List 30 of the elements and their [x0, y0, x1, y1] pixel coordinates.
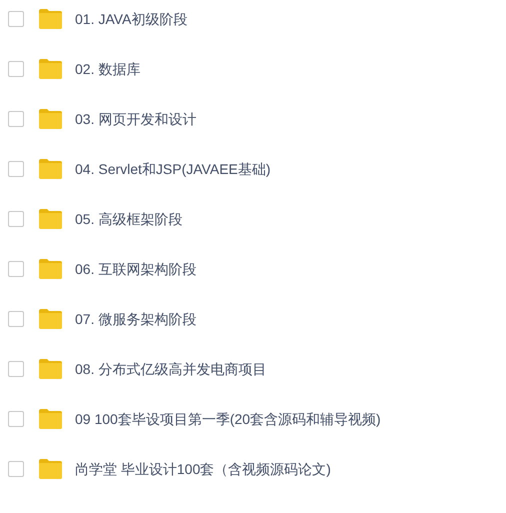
- checkbox[interactable]: [8, 411, 24, 427]
- checkbox[interactable]: [8, 61, 24, 77]
- folder-icon: [38, 258, 63, 280]
- checkbox[interactable]: [8, 261, 24, 277]
- folder-icon: [38, 358, 63, 380]
- checkbox[interactable]: [8, 311, 24, 327]
- folder-name[interactable]: 03. 网页开发和设计: [75, 108, 196, 130]
- folder-name[interactable]: 尚学堂 毕业设计100套（含视频源码论文): [75, 458, 331, 480]
- checkbox[interactable]: [8, 111, 24, 127]
- checkbox[interactable]: [8, 11, 24, 27]
- folder-icon: [38, 108, 63, 130]
- folder-icon: [38, 208, 63, 230]
- folder-name[interactable]: 02. 数据库: [75, 58, 140, 80]
- folder-name[interactable]: 06. 互联网架构阶段: [75, 258, 196, 280]
- checkbox[interactable]: [8, 211, 24, 227]
- folder-icon: [38, 408, 63, 430]
- folder-name[interactable]: 01. JAVA初级阶段: [75, 8, 188, 30]
- folder-name[interactable]: 08. 分布式亿级高并发电商项目: [75, 358, 266, 380]
- folder-name[interactable]: 07. 微服务架构阶段: [75, 308, 196, 330]
- folder-icon: [38, 158, 63, 180]
- folder-icon: [38, 308, 63, 330]
- folder-name[interactable]: 09 100套毕设项目第一季(20套含源码和辅导视频): [75, 408, 381, 430]
- folder-icon: [38, 458, 63, 480]
- checkbox[interactable]: [8, 361, 24, 377]
- folder-icon: [38, 8, 63, 30]
- folder-name[interactable]: 05. 高级框架阶段: [75, 208, 182, 230]
- checkbox[interactable]: [8, 461, 24, 477]
- folder-icon: [38, 58, 63, 80]
- checkbox[interactable]: [8, 161, 24, 177]
- folder-name[interactable]: 04. Servlet和JSP(JAVAEE基础): [75, 158, 271, 180]
